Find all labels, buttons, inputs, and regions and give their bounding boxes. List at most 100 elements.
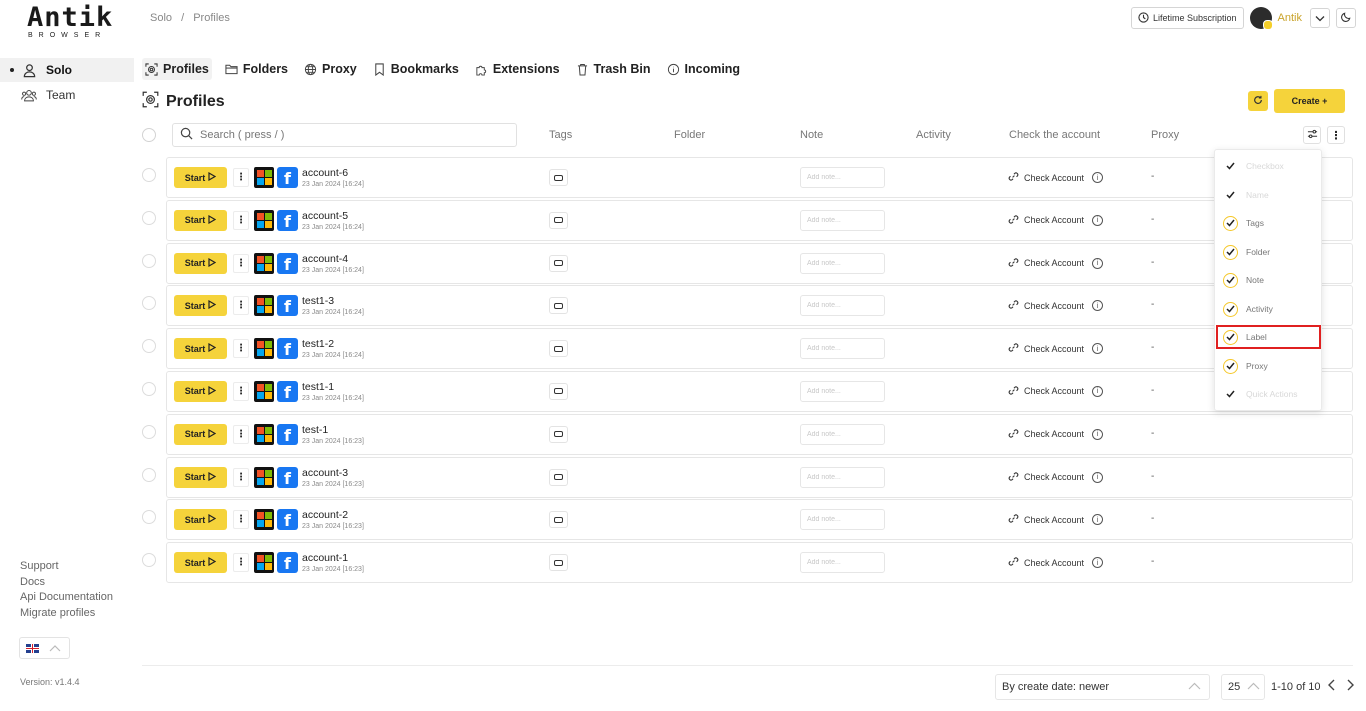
note-input[interactable]	[800, 338, 885, 360]
info-icon[interactable]: i	[1092, 471, 1104, 483]
next-page-button[interactable]	[1345, 678, 1357, 694]
profile-name[interactable]: account-4	[302, 253, 348, 265]
column-header-tags[interactable]: Tags	[549, 129, 572, 141]
support-link[interactable]: Support	[20, 559, 113, 575]
user-menu-button[interactable]	[1310, 8, 1330, 28]
sidebar-item-team[interactable]: Team	[0, 83, 134, 107]
column-option-tags[interactable]: Tags	[1223, 213, 1264, 233]
profile-name[interactable]: account-6	[302, 167, 348, 179]
tab-bookmarks[interactable]: Bookmarks	[370, 58, 462, 80]
breadcrumb-solo[interactable]: Solo	[150, 12, 172, 24]
note-input[interactable]	[800, 466, 885, 488]
start-button[interactable]: Start	[174, 552, 227, 574]
row-checkbox[interactable]	[142, 210, 156, 225]
select-all-checkbox[interactable]	[142, 128, 156, 142]
app-logo[interactable]: Antik BROWSER	[27, 4, 112, 40]
tab-extensions[interactable]: Extensions	[472, 58, 563, 80]
column-settings-button[interactable]	[1303, 126, 1321, 144]
row-checkbox[interactable]	[142, 381, 156, 396]
check-account-button[interactable]: Check Account i	[1008, 428, 1104, 441]
check-account-button[interactable]: Check Account i	[1008, 471, 1104, 484]
column-header-activity[interactable]: Activity	[916, 129, 951, 141]
info-icon[interactable]: i	[1092, 257, 1104, 269]
column-option-proxy[interactable]: Proxy	[1223, 356, 1268, 376]
check-account-button[interactable]: Check Account i	[1008, 556, 1104, 569]
row-checkbox[interactable]	[142, 424, 156, 439]
note-input[interactable]	[800, 209, 885, 231]
add-tag-button[interactable]	[549, 511, 568, 529]
row-menu-button[interactable]: ⋮	[233, 339, 249, 359]
row-checkbox[interactable]	[142, 253, 156, 268]
row-checkbox[interactable]	[142, 510, 156, 525]
add-tag-button[interactable]	[549, 382, 568, 400]
start-button[interactable]: Start	[174, 509, 227, 531]
row-checkbox[interactable]	[142, 553, 156, 568]
tab-incoming[interactable]: Incoming	[664, 58, 744, 80]
row-menu-button[interactable]: ⋮	[233, 296, 249, 316]
api-docs-link[interactable]: Api Documentation	[20, 590, 113, 606]
sort-select[interactable]: By create date: newer	[995, 674, 1210, 700]
add-tag-button[interactable]	[549, 468, 568, 486]
row-menu-button[interactable]: ⋮	[233, 381, 249, 401]
note-input[interactable]	[800, 552, 885, 574]
subscription-button[interactable]: Lifetime Subscription	[1130, 7, 1244, 29]
profile-name[interactable]: account-2	[302, 509, 348, 521]
start-button[interactable]: Start	[174, 209, 227, 231]
column-option-note[interactable]: Note	[1223, 270, 1264, 290]
migrate-profiles-link[interactable]: Migrate profiles	[20, 606, 113, 622]
column-header-check-account[interactable]: Check the account	[1009, 129, 1100, 141]
row-menu-button[interactable]: ⋮	[233, 553, 249, 573]
profile-name[interactable]: account-3	[302, 467, 348, 479]
tab-profiles[interactable]: Profiles	[142, 58, 212, 80]
column-header-note[interactable]: Note	[800, 129, 823, 141]
column-header-proxy[interactable]: Proxy	[1151, 129, 1179, 141]
check-account-button[interactable]: Check Account i	[1008, 171, 1104, 184]
check-account-button[interactable]: Check Account i	[1008, 342, 1104, 355]
add-tag-button[interactable]	[549, 425, 568, 443]
column-option-folder[interactable]: Folder	[1223, 242, 1270, 262]
check-account-button[interactable]: Check Account i	[1008, 257, 1104, 270]
docs-link[interactable]: Docs	[20, 575, 113, 591]
start-button[interactable]: Start	[174, 338, 227, 360]
row-checkbox[interactable]	[142, 296, 156, 311]
add-tag-button[interactable]	[549, 169, 568, 186]
profile-name[interactable]: test1-3	[302, 295, 334, 307]
note-input[interactable]	[800, 380, 885, 402]
profile-name[interactable]: test1-1	[302, 381, 334, 393]
theme-toggle-button[interactable]	[1336, 8, 1356, 28]
row-checkbox[interactable]	[142, 339, 156, 354]
start-button[interactable]: Start	[174, 466, 227, 488]
note-input[interactable]	[800, 423, 885, 445]
info-icon[interactable]: i	[1092, 214, 1104, 226]
note-input[interactable]	[800, 509, 885, 531]
check-account-button[interactable]: Check Account i	[1008, 513, 1104, 526]
more-options-button[interactable]: ⋮	[1327, 126, 1345, 144]
profile-name[interactable]: test1-2	[302, 338, 334, 350]
row-menu-button[interactable]: ⋮	[233, 467, 249, 487]
add-tag-button[interactable]	[549, 254, 568, 272]
add-tag-button[interactable]	[549, 554, 568, 572]
tab-proxy[interactable]: Proxy	[301, 58, 360, 80]
column-header-folder[interactable]: Folder	[674, 129, 705, 141]
per-page-select[interactable]: 25	[1221, 674, 1265, 700]
row-checkbox[interactable]	[142, 467, 156, 482]
info-icon[interactable]: i	[1092, 343, 1104, 355]
start-button[interactable]: Start	[174, 295, 227, 317]
row-checkbox[interactable]	[142, 168, 156, 182]
check-account-button[interactable]: Check Account i	[1008, 385, 1104, 398]
tab-trash-bin[interactable]: Trash Bin	[573, 58, 654, 80]
info-icon[interactable]: i	[1092, 385, 1104, 397]
sidebar-item-solo[interactable]: Solo	[0, 58, 134, 82]
profile-name[interactable]: account-1	[302, 552, 348, 564]
search-box[interactable]	[172, 123, 517, 147]
refresh-button[interactable]	[1248, 91, 1268, 111]
start-button[interactable]: Start	[174, 380, 227, 402]
check-account-button[interactable]: Check Account i	[1008, 299, 1104, 312]
start-button[interactable]: Start	[174, 167, 227, 188]
add-tag-button[interactable]	[549, 297, 568, 315]
search-input[interactable]	[200, 129, 500, 141]
note-input[interactable]	[800, 295, 885, 317]
create-profile-button[interactable]: Create +	[1274, 89, 1345, 113]
info-icon[interactable]: i	[1092, 300, 1104, 312]
prev-page-button[interactable]	[1325, 678, 1337, 694]
